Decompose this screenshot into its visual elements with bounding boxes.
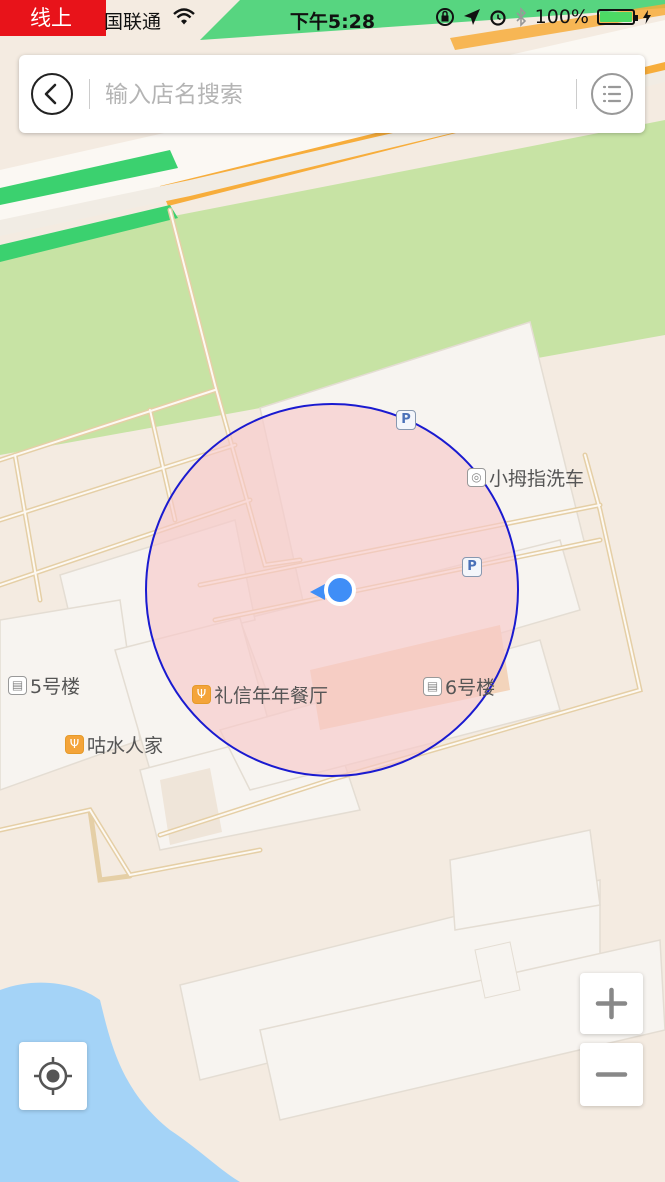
battery-fill	[600, 12, 632, 22]
divider	[89, 79, 90, 109]
poi-building-5[interactable]: ▤ 5号楼	[8, 672, 80, 699]
list-menu-button[interactable]	[591, 73, 633, 115]
poi-label: 咕水人家	[87, 735, 164, 757]
chevron-left-icon	[44, 83, 57, 105]
poi-label: 小拇指洗车	[489, 468, 585, 490]
battery-icon	[597, 9, 638, 25]
search-input[interactable]	[103, 75, 567, 115]
restaurant-icon: Ψ	[192, 685, 211, 704]
bluetooth-icon	[516, 7, 526, 27]
poi-building-6[interactable]: ▤ 6号楼	[423, 673, 495, 700]
map-canvas[interactable]	[0, 0, 665, 1182]
search-bar	[19, 55, 645, 133]
poi-restaurant-gushui[interactable]: Ψ 咕水人家	[65, 731, 163, 758]
plus-icon	[595, 987, 628, 1020]
zoom-in-button[interactable]	[580, 973, 643, 1034]
zoom-out-button[interactable]	[580, 1043, 643, 1106]
list-icon	[602, 85, 622, 103]
poi-label: 6号楼	[445, 677, 496, 699]
battery-percent: 100%	[534, 6, 589, 28]
car-wash-icon: ◎	[467, 468, 486, 487]
alarm-icon	[490, 10, 506, 26]
back-button[interactable]	[31, 73, 73, 115]
building-icon: ▤	[8, 676, 27, 695]
minus-icon	[595, 1072, 628, 1077]
crosshair-icon	[34, 1057, 72, 1095]
parking-icon[interactable]: P	[396, 410, 416, 430]
divider	[576, 79, 577, 109]
location-arrow-icon	[463, 9, 480, 25]
building-icon: ▤	[423, 677, 442, 696]
rotation-lock-icon	[435, 8, 454, 26]
poi-label: 礼信年年餐厅	[214, 685, 329, 707]
restaurant-icon: Ψ	[65, 735, 84, 754]
parking-icon[interactable]: P	[462, 557, 482, 577]
poi-car-wash[interactable]: ◎ 小拇指洗车	[467, 464, 584, 491]
charging-bolt-icon	[643, 10, 651, 24]
status-bar: 线上 国联通 下午5:28 100%	[0, 0, 665, 38]
poi-restaurant-lixin[interactable]: Ψ 礼信年年餐厅	[192, 681, 328, 708]
locate-me-button[interactable]	[19, 1042, 87, 1110]
user-location-dot	[324, 574, 356, 606]
poi-label: 5号楼	[30, 676, 81, 698]
